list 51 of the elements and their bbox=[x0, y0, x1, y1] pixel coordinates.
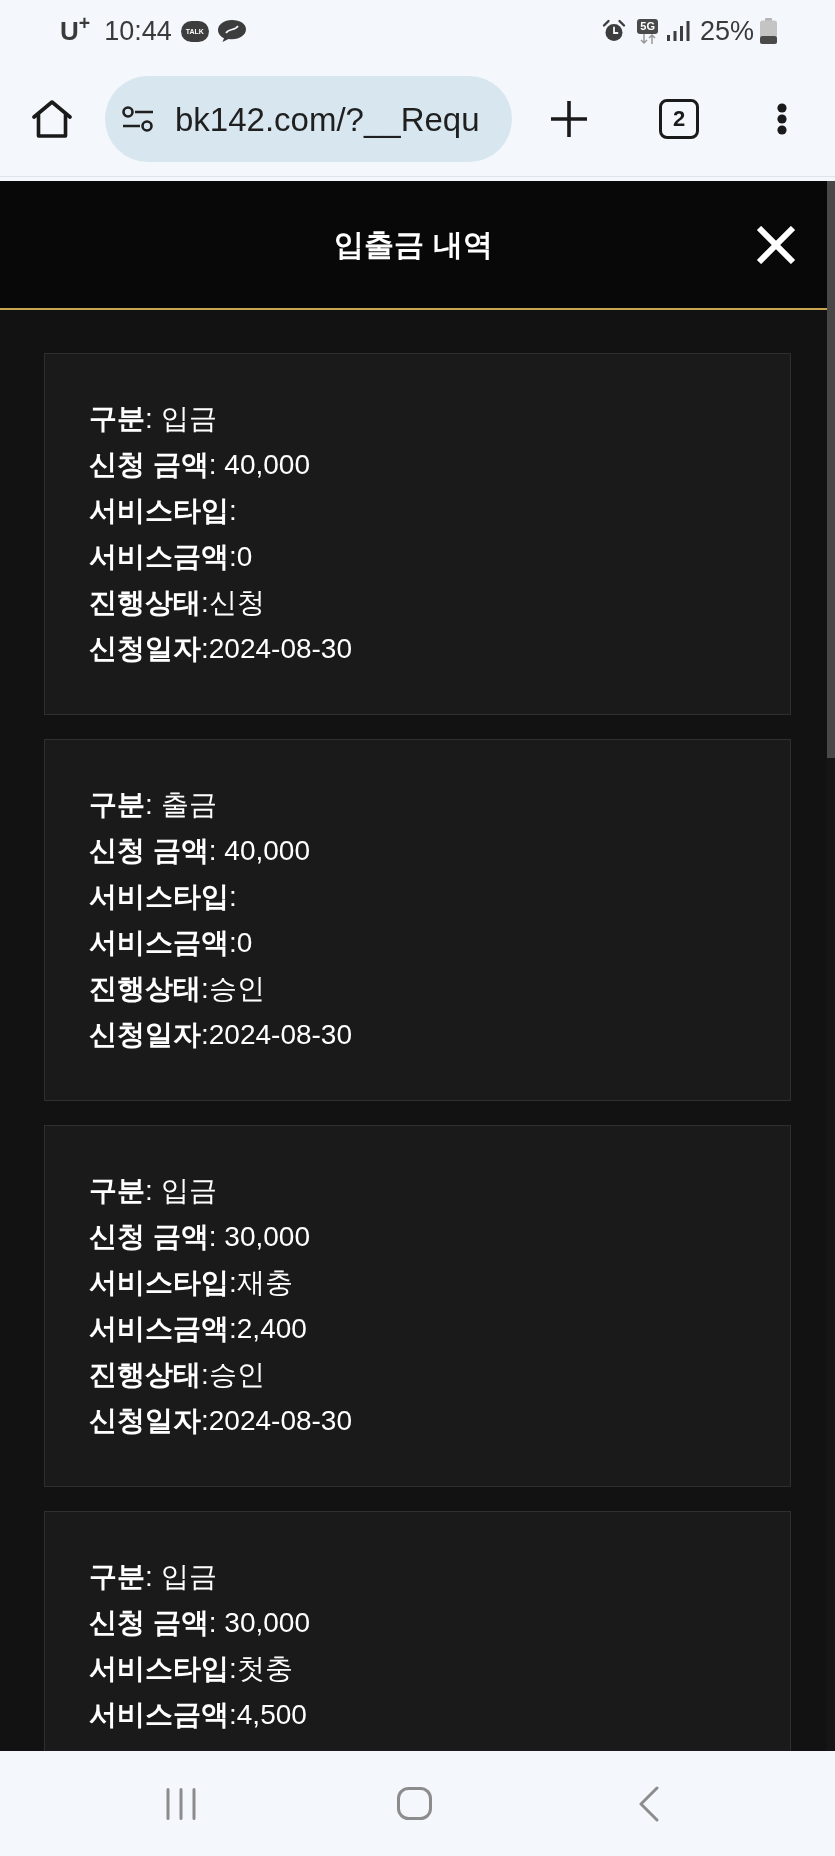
record-detail: 진행상태:승인 bbox=[89, 972, 265, 1006]
record-detail: 구분: 출금 bbox=[89, 788, 217, 822]
record-detail: 서비스금액:0 bbox=[89, 540, 253, 574]
battery-icon bbox=[760, 18, 777, 44]
clock-time: 10:44 bbox=[104, 17, 172, 45]
address-bar[interactable]: bk142.com/?__Requ bbox=[105, 76, 512, 162]
chat-bubble-icon bbox=[216, 19, 247, 43]
record-detail: 신청 금액: 30,000 bbox=[89, 1220, 310, 1254]
record-detail: 서비스타입:재충 bbox=[89, 1266, 293, 1300]
menu-icon bbox=[777, 103, 787, 135]
record-detail: 서비스타입: bbox=[89, 494, 237, 528]
new-tab-button[interactable] bbox=[551, 101, 587, 137]
record-detail: 서비스타입: bbox=[89, 880, 237, 914]
scrollbar-thumb[interactable] bbox=[827, 181, 835, 758]
record-detail: 구분: 입금 bbox=[89, 1560, 217, 1594]
network-badge: 5G bbox=[637, 18, 658, 34]
alarm-clock-icon bbox=[602, 19, 627, 43]
record-detail: 진행상태:승인 bbox=[89, 1358, 265, 1392]
record-detail: 진행상태:신청 bbox=[89, 586, 265, 620]
signal-icon bbox=[666, 21, 690, 41]
close-button[interactable] bbox=[756, 225, 796, 264]
modal-title: 입출금 내역 bbox=[334, 229, 493, 260]
record-detail: 신청 금액: 30,000 bbox=[89, 1606, 310, 1640]
menu-button[interactable] bbox=[777, 103, 787, 135]
record-detail: 신청 금액: 40,000 bbox=[89, 448, 310, 482]
close-icon bbox=[756, 225, 796, 264]
record-detail: 서비스타입:첫충 bbox=[89, 1652, 293, 1686]
plus-icon bbox=[551, 101, 587, 137]
carrier-label: U$^{+}$ bbox=[60, 18, 91, 44]
home-nav-button[interactable] bbox=[397, 1787, 432, 1820]
home-nav-icon bbox=[397, 1787, 432, 1820]
record-detail: 신청일자:2024-08-30 bbox=[89, 1018, 352, 1052]
record-detail: 서비스금액:4,500 bbox=[89, 1698, 307, 1732]
url-text: bk142.com/?__Requ bbox=[175, 102, 480, 136]
record-detail: 신청일자:2024-08-30 bbox=[89, 632, 352, 666]
back-button[interactable] bbox=[639, 1785, 659, 1822]
record-detail: 구분: 입금 bbox=[89, 1174, 217, 1208]
record-detail: 서비스금액:2,400 bbox=[89, 1312, 307, 1346]
home-icon bbox=[32, 100, 72, 138]
tab-count-button[interactable]: 2 bbox=[659, 99, 699, 139]
record-detail: 서비스금액:0 bbox=[89, 926, 253, 960]
home-button[interactable] bbox=[32, 100, 72, 138]
data-arrows-icon bbox=[637, 33, 658, 44]
back-icon bbox=[639, 1785, 659, 1822]
battery-percent: 25% bbox=[699, 17, 754, 45]
tune-icon[interactable] bbox=[122, 105, 154, 133]
recent-apps-button[interactable] bbox=[165, 1787, 197, 1820]
record-detail: 구분: 입금 bbox=[89, 402, 217, 436]
record-detail: 신청일자:2024-08-30 bbox=[89, 1404, 352, 1438]
recent-apps-icon bbox=[165, 1787, 197, 1820]
record-detail: 신청 금액: 40,000 bbox=[89, 834, 310, 868]
